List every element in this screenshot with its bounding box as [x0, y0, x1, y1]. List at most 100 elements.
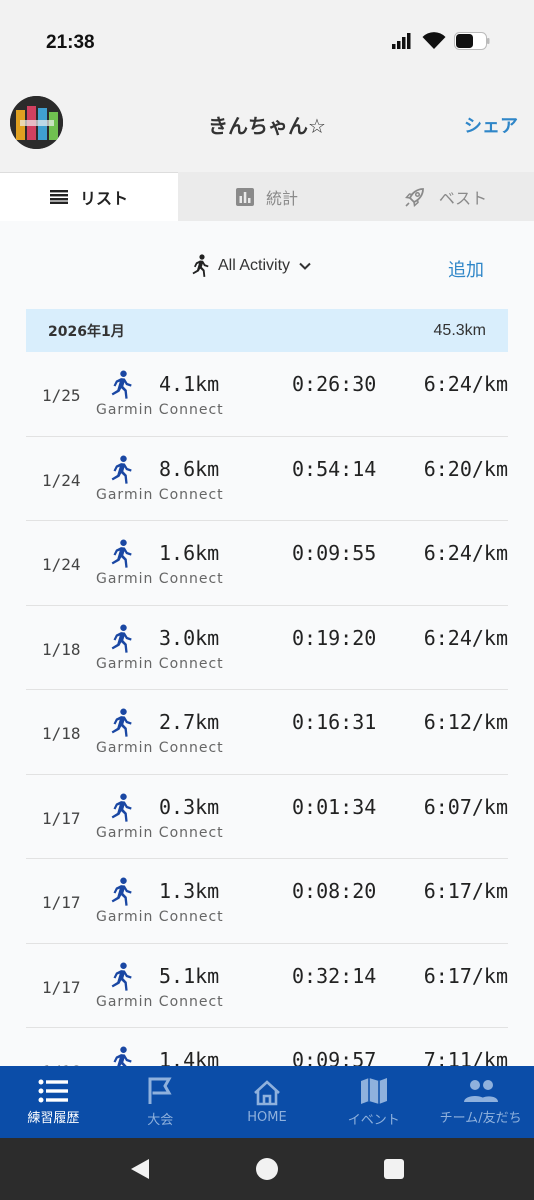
- battery-icon: [454, 32, 490, 50]
- stats-icon: [235, 187, 254, 206]
- runner-icon: [111, 370, 132, 399]
- activity-pace: 6:20/km: [423, 456, 508, 481]
- activity-distance: 1.3km: [159, 879, 220, 903]
- runner-icon: [111, 455, 132, 484]
- activity-row[interactable]: 1/18 3.0km Garmin Connect 0:19:20 6:24/km: [26, 606, 508, 690]
- recents-icon[interactable]: [383, 1158, 405, 1180]
- runner-icon: [111, 708, 132, 737]
- activity-type-icon: [108, 962, 134, 996]
- activity-type-icon: [108, 539, 134, 573]
- activity-pace: 6:24/km: [423, 372, 508, 396]
- activity-source: Garmin Connect: [96, 571, 224, 587]
- tab-stats[interactable]: 統計: [178, 172, 356, 221]
- map-icon: [360, 1077, 387, 1104]
- tab-list[interactable]: リスト: [0, 172, 178, 221]
- activity-date: 1/18: [42, 724, 81, 743]
- activity-type-icon: [108, 455, 134, 489]
- nav-team-friends[interactable]: チーム/友だち: [427, 1066, 534, 1138]
- activity-source: Garmin Connect: [96, 824, 224, 841]
- status-bar: 21:38: [0, 0, 534, 86]
- activity-type-icon: [108, 793, 134, 827]
- activity-type-icon: [108, 708, 134, 742]
- header: きんちゃん☆ シェア: [0, 86, 534, 172]
- nav-label: イベント: [347, 1112, 400, 1128]
- nav-label: 練習履歴: [27, 1110, 80, 1126]
- runner-icon: [111, 624, 132, 653]
- signal-icon: [392, 33, 411, 49]
- activity-pace: 6:24/km: [423, 625, 508, 650]
- tab-best[interactable]: ベスト: [356, 172, 534, 221]
- activity-type-icon: [108, 370, 134, 404]
- activity-distance: 0.3km: [159, 794, 220, 819]
- activity-type-label: All Activity: [218, 257, 291, 274]
- nav-label: 大会: [147, 1112, 174, 1128]
- activity-row[interactable]: 1/24 1.6km Garmin Connect 0:09:55 6:24/km: [26, 521, 508, 606]
- month-header: 2026年1月 45.3km: [26, 309, 508, 352]
- activity-date: 1/17: [42, 893, 81, 912]
- activity-pace: 6:17/km: [423, 963, 508, 988]
- activity-date: 1/24: [42, 555, 81, 574]
- activity-row[interactable]: 1/25 4.1km Garmin Connect 0:26:30 6:24/km: [26, 352, 508, 437]
- page-title: きんちゃん☆: [208, 114, 326, 138]
- activity-duration: 0:32:14: [292, 963, 377, 988]
- activity-duration: 0:01:34: [292, 794, 377, 819]
- nav-label: チーム/友だち: [439, 1110, 522, 1126]
- activity-duration: 0:08:20: [292, 879, 377, 903]
- activity-duration: 0:54:14: [292, 456, 377, 481]
- activity-row[interactable]: 1/18 2.7km Garmin Connect 0:16:31 6:12/km: [26, 690, 508, 775]
- month-total-distance: 45.3km: [433, 321, 486, 339]
- flag-icon: [148, 1077, 172, 1104]
- list-icon: [49, 190, 68, 204]
- activity-source: Garmin Connect: [96, 993, 224, 1010]
- share-button[interactable]: シェア: [464, 112, 518, 138]
- back-icon[interactable]: [129, 1157, 151, 1181]
- list-icon: [38, 1079, 69, 1102]
- activity-duration: 0:16:31: [292, 710, 377, 734]
- activity-row[interactable]: 1/17 1.3km Garmin Connect 0:08:20 6:17/km: [26, 859, 508, 944]
- filter-row: All Activity 追加: [0, 240, 534, 296]
- nav-events[interactable]: イベント: [320, 1066, 427, 1138]
- tab-list-label: リスト: [79, 189, 128, 208]
- activity-row[interactable]: 1/17 5.1km Garmin Connect 0:32:14 6:17/km: [26, 944, 508, 1028]
- activity-date: 1/17: [42, 808, 81, 828]
- activity-distance: 4.1km: [159, 372, 220, 396]
- chevron-down-icon: [299, 262, 311, 270]
- activity-type-icon: [108, 877, 134, 911]
- wifi-icon: [422, 32, 446, 49]
- month-label: 2026年1月: [48, 323, 125, 340]
- nav-label: HOME: [247, 1109, 287, 1125]
- activity-date: 1/17: [42, 977, 81, 997]
- tab-stats-label: 統計: [265, 188, 298, 208]
- status-time: 21:38: [46, 32, 95, 53]
- activity-source: Garmin Connect: [96, 655, 224, 672]
- rocket-icon: [404, 187, 424, 207]
- activity-source: Garmin Connect: [96, 402, 224, 418]
- activity-distance: 3.0km: [159, 625, 220, 650]
- tab-best-label: ベスト: [438, 188, 488, 208]
- activity-distance: 8.6km: [159, 456, 220, 481]
- home-circle-icon[interactable]: [255, 1157, 279, 1181]
- nav-races[interactable]: 大会: [107, 1066, 214, 1138]
- activity-distance: 5.1km: [159, 963, 220, 988]
- nav-home[interactable]: HOME: [214, 1066, 321, 1138]
- activity-pace: 6:17/km: [423, 879, 508, 903]
- runner-icon: [111, 539, 132, 568]
- activity-row[interactable]: 1/24 8.6km Garmin Connect 0:54:14 6:20/km: [26, 437, 508, 521]
- runner-icon: [111, 793, 132, 822]
- activity-type-select[interactable]: All Activity: [190, 254, 312, 278]
- activity-row[interactable]: 1/17 0.3km Garmin Connect 0:01:34 6:07/km: [26, 775, 508, 859]
- activity-duration: 0:26:30: [292, 372, 377, 396]
- nav-training-history[interactable]: 練習履歴: [0, 1066, 107, 1138]
- activity-pace: 6:24/km: [423, 541, 508, 565]
- activity-list: 1/25 4.1km Garmin Connect 0:26:30 6:24/km 1/2…: [26, 352, 508, 1113]
- system-nav-bar: [0, 1138, 534, 1200]
- activity-type-icon: [108, 624, 134, 658]
- activity-distance: 2.7km: [159, 710, 220, 734]
- activity-date: 1/25: [42, 386, 81, 405]
- bottom-nav: 練習履歴 大会 HOME イベント チーム/友だち: [0, 1066, 534, 1138]
- activity-duration: 0:19:20: [292, 625, 377, 650]
- runner-icon: [111, 877, 132, 906]
- runner-icon: [111, 962, 132, 991]
- add-button[interactable]: 追加: [448, 256, 484, 282]
- runner-icon: [192, 254, 209, 277]
